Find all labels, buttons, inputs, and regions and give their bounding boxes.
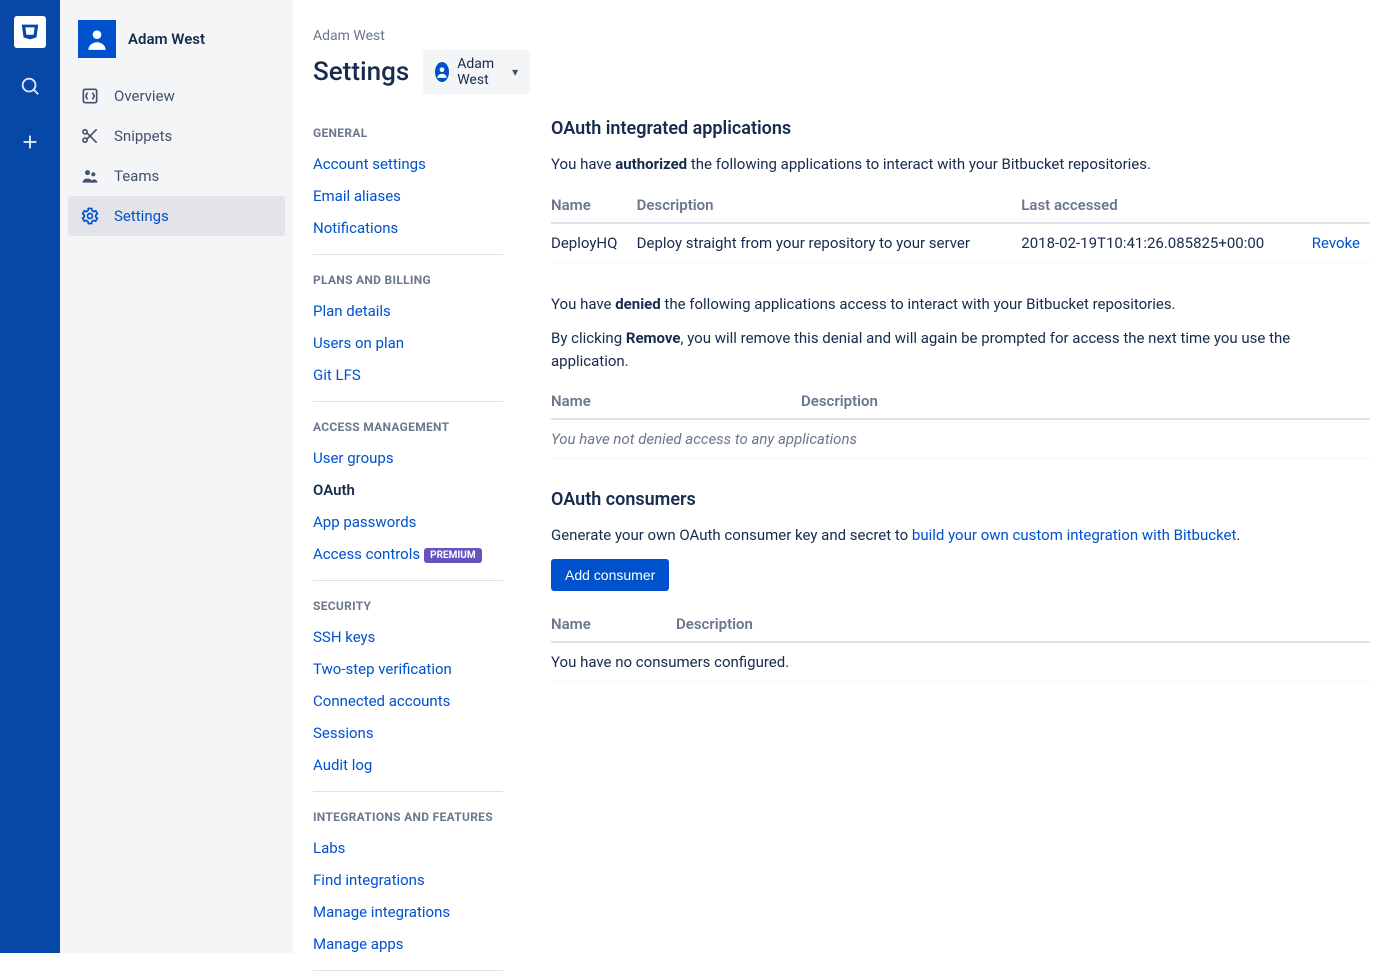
- settings-link-email-aliases[interactable]: Email aliases: [313, 180, 503, 212]
- teams-icon: [80, 166, 100, 186]
- scissors-icon: [80, 126, 100, 146]
- bitbucket-logo[interactable]: [14, 16, 46, 48]
- settings-sidebar: Adam West Settings Adam West ▾ GENERALAc…: [293, 0, 523, 953]
- add-consumer-button[interactable]: Add consumer: [551, 559, 669, 591]
- col-description: Description: [676, 607, 1370, 642]
- col-name: Name: [551, 607, 676, 642]
- col-name: Name: [551, 384, 801, 419]
- context-header: Adam West: [60, 20, 293, 76]
- col-description: Description: [801, 384, 1370, 419]
- consumers-empty: You have no consumers configured.: [551, 642, 1370, 682]
- settings-group-title: ACCESS MANAGEMENT: [313, 410, 503, 442]
- settings-link-oauth[interactable]: OAuth: [313, 474, 503, 506]
- context-nav: Adam West Overview Snippets Teams: [60, 0, 293, 953]
- settings-link-connected-accounts[interactable]: Connected accounts: [313, 685, 503, 717]
- remove-description: By clicking Remove, you will remove this…: [551, 327, 1370, 372]
- settings-link-two-step-verification[interactable]: Two-step verification: [313, 653, 503, 685]
- settings-link-git-lfs[interactable]: Git LFS: [313, 359, 503, 391]
- nav-label: Snippets: [114, 127, 172, 145]
- denied-table: Name Description You have not denied acc…: [551, 384, 1370, 459]
- settings-link-account-settings[interactable]: Account settings: [313, 148, 503, 180]
- breadcrumb[interactable]: Adam West: [313, 28, 523, 44]
- cell-name: DeployHQ: [551, 223, 637, 263]
- page-title: Settings: [313, 57, 409, 87]
- settings-group-title: GENERAL: [313, 116, 503, 148]
- cell-description: Deploy straight from your repository to …: [637, 223, 1022, 263]
- overview-icon: [80, 86, 100, 106]
- oauth-integrated-title: OAuth integrated applications: [551, 118, 1370, 139]
- settings-link-app-passwords[interactable]: App passwords: [313, 506, 503, 538]
- nav-overview[interactable]: Overview: [68, 76, 285, 116]
- consumers-table: Name Description You have no consumers c…: [551, 607, 1370, 682]
- custom-integration-link[interactable]: build your own custom integration with B…: [912, 526, 1237, 544]
- settings-group-title: SECURITY: [313, 589, 503, 621]
- col-description: Description: [637, 188, 1022, 223]
- search-icon[interactable]: [12, 68, 48, 104]
- main-content: OAuth integrated applications You have a…: [523, 0, 1400, 953]
- denied-description: You have denied the following applicatio…: [551, 293, 1370, 316]
- settings-link-labs[interactable]: Labs: [313, 832, 503, 864]
- global-nav: [0, 0, 60, 953]
- chevron-down-icon: ▾: [512, 65, 518, 79]
- settings-link-notifications[interactable]: Notifications: [313, 212, 503, 244]
- revoke-link[interactable]: Revoke: [1305, 234, 1360, 252]
- nav-snippets[interactable]: Snippets: [68, 116, 285, 156]
- settings-link-audit-log[interactable]: Audit log: [313, 749, 503, 781]
- consumers-description: Generate your own OAuth consumer key and…: [551, 524, 1370, 547]
- context-nav-list: Overview Snippets Teams Settings: [60, 76, 293, 236]
- settings-link-find-integrations[interactable]: Find integrations: [313, 864, 503, 896]
- table-row: DeployHQDeploy straight from your reposi…: [551, 223, 1370, 263]
- settings-link-manage-integrations[interactable]: Manage integrations: [313, 896, 503, 928]
- nav-label: Teams: [114, 167, 159, 185]
- col-name: Name: [551, 188, 637, 223]
- avatar-icon: [435, 62, 449, 82]
- create-icon[interactable]: [12, 124, 48, 160]
- nav-label: Overview: [114, 87, 175, 105]
- settings-link-manage-apps[interactable]: Manage apps: [313, 928, 503, 960]
- gear-icon: [80, 206, 100, 226]
- settings-group-title: INTEGRATIONS AND FEATURES: [313, 800, 503, 832]
- settings-group-title: PLANS AND BILLING: [313, 263, 503, 295]
- settings-link-plan-details[interactable]: Plan details: [313, 295, 503, 327]
- authorized-description: You have authorized the following applic…: [551, 153, 1370, 176]
- settings-link-access-controls[interactable]: Access controlsPREMIUM: [313, 538, 503, 570]
- context-user-name: Adam West: [128, 30, 205, 48]
- nav-settings[interactable]: Settings: [68, 196, 285, 236]
- nav-label: Settings: [114, 207, 169, 225]
- context-switcher[interactable]: Adam West ▾: [423, 50, 530, 94]
- settings-link-ssh-keys[interactable]: SSH keys: [313, 621, 503, 653]
- oauth-consumers-title: OAuth consumers: [551, 489, 1370, 510]
- premium-badge: PREMIUM: [424, 548, 482, 563]
- settings-link-user-groups[interactable]: User groups: [313, 442, 503, 474]
- avatar: [78, 20, 116, 58]
- col-last-accessed: Last accessed: [1021, 188, 1304, 223]
- denied-empty: You have not denied access to any applic…: [551, 419, 1370, 459]
- authorized-table: Name Description Last accessed DeployHQD…: [551, 188, 1370, 263]
- nav-teams[interactable]: Teams: [68, 156, 285, 196]
- switcher-name: Adam West: [457, 56, 500, 88]
- settings-link-sessions[interactable]: Sessions: [313, 717, 503, 749]
- cell-last-accessed: 2018-02-19T10:41:26.085825+00:00: [1021, 223, 1304, 263]
- settings-link-users-on-plan[interactable]: Users on plan: [313, 327, 503, 359]
